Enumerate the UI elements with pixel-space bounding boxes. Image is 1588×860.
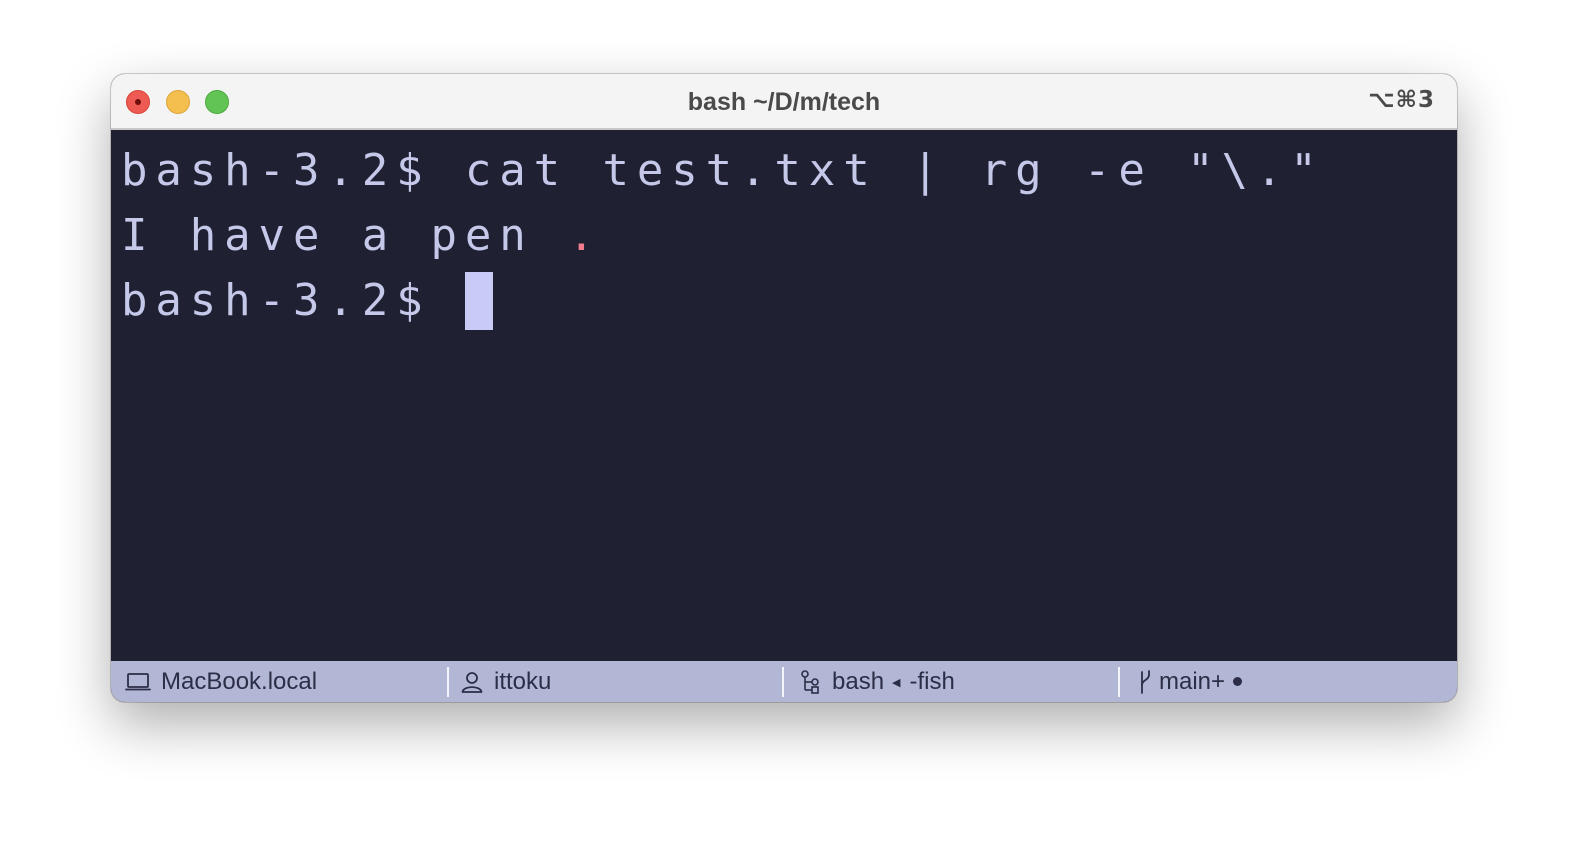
output-line: I have a pen . <box>121 206 602 266</box>
command-line: bash-3.2$ cat test.txt | rg -e "\." <box>121 145 1325 196</box>
parent-arrow-icon: ◀ <box>892 677 901 689</box>
status-bar: MacBook.local ittoku bash ◀ -fish main+ <box>111 661 1457 702</box>
status-host[interactable]: MacBook.local <box>125 661 317 702</box>
output-text: I have a pen <box>121 210 569 261</box>
host-label: MacBook.local <box>161 667 318 695</box>
process-label: bash <box>832 667 885 695</box>
match-highlight: . <box>568 210 603 261</box>
status-divider <box>447 667 449 697</box>
prompt: bash-3.2$ <box>121 275 465 326</box>
terminal-output[interactable]: bash-3.2$ cat test.txt | rg -e "\." I ha… <box>111 130 1457 661</box>
user-label: ittoku <box>494 667 552 695</box>
window-shortcut: ⌥⌘3 <box>1368 87 1435 113</box>
terminal-window: bash ~/D/m/tech ⌥⌘3 bash-3.2$ cat test.t… <box>111 74 1457 702</box>
status-user[interactable]: ittoku <box>460 661 551 702</box>
status-process[interactable]: bash ◀ -fish <box>800 661 955 702</box>
window-title: bash ~/D/m/tech <box>687 88 881 116</box>
process-tree-icon <box>800 669 822 694</box>
status-git[interactable]: main+ <box>1137 661 1243 702</box>
git-branch-icon <box>1137 669 1153 695</box>
branch-label: main+ <box>1159 667 1226 695</box>
prompt-line: bash-3.2$ <box>121 271 493 331</box>
text-cursor <box>464 272 493 330</box>
user-icon <box>460 670 484 694</box>
laptop-icon <box>125 672 151 692</box>
title-bar: bash ~/D/m/tech ⌥⌘3 <box>111 74 1457 130</box>
status-divider <box>782 667 784 697</box>
status-divider <box>1118 667 1120 697</box>
dirty-indicator-icon <box>1233 677 1243 686</box>
parent-process-label: -fish <box>909 667 955 695</box>
